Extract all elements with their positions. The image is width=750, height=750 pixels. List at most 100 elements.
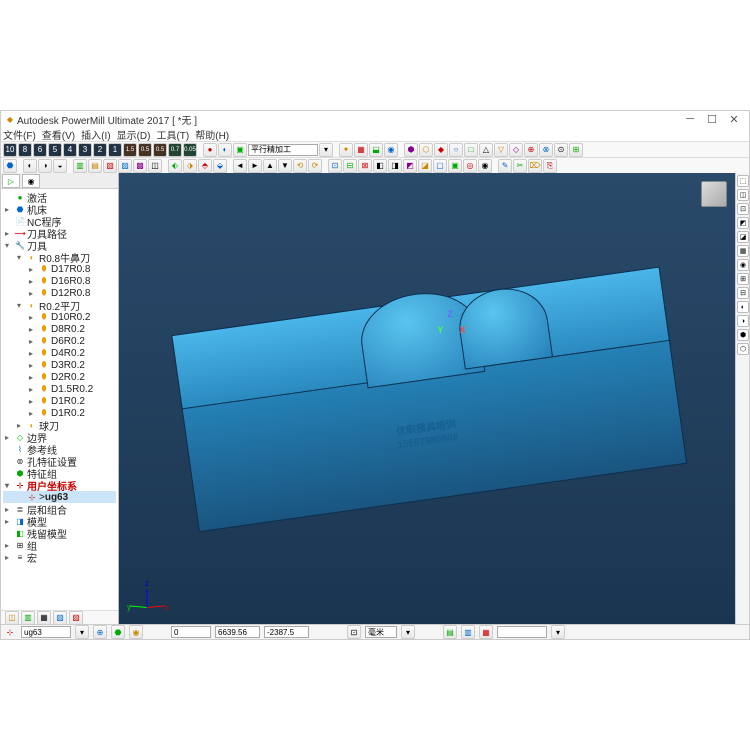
status-btn[interactable]: ▤ [443,625,457,639]
view-btn[interactable]: ◑ [737,315,749,327]
tool-btn[interactable]: ▽ [494,143,508,157]
tool-btn[interactable]: ◨ [388,159,402,173]
tool-btn[interactable]: 0.7 [168,143,182,157]
menu-tools[interactable]: 工具(T) [156,127,189,141]
tool-btn[interactable]: ○ [449,143,463,157]
view-btn[interactable]: ◫ [737,189,749,201]
tree-node-featureset[interactable]: ⊚孔特征设置 [3,455,116,467]
tree-node-toolpath[interactable]: ▸⟿刀具路径 [3,227,116,239]
tool-btn[interactable]: ▤ [88,159,102,173]
tool-btn[interactable]: 1.5 [123,143,137,157]
tool-btn[interactable]: ⊟ [343,159,357,173]
status-btn[interactable]: ▥ [461,625,475,639]
status-btn[interactable]: ⊕ [93,625,107,639]
tool-btn[interactable]: ⬣ [3,159,17,173]
unit-field[interactable] [365,626,397,638]
tool-btn[interactable]: ◉ [478,159,492,173]
dropdown-icon[interactable]: ▾ [401,625,415,639]
tool-btn[interactable]: 6 [33,143,47,157]
tree-group-r02[interactable]: ▾◐R0.2平刀 [3,299,116,311]
tool-btn[interactable]: ✂ [513,159,527,173]
menu-display[interactable]: 显示(D) [117,127,151,141]
tree-node-active[interactable]: ●激活 [3,191,116,203]
view-btn[interactable]: ▦ [737,245,749,257]
tool-btn[interactable]: ▩ [133,159,147,173]
tool-btn[interactable]: ⬡ [419,143,433,157]
tool-btn[interactable]: ◆ [434,143,448,157]
tool-btn[interactable]: 0.5 [138,143,152,157]
tool-btn[interactable]: ⬙ [213,159,227,173]
tool-btn[interactable]: ⊞ [569,143,583,157]
tree-tool-item[interactable]: ▸⬮D4R0.2 [3,347,116,359]
tool-btn[interactable]: ◑ [38,159,52,173]
tool-btn[interactable]: 4 [63,143,77,157]
close-button[interactable]: ✕ [723,112,745,126]
tree-tool-item[interactable]: ▸⬮D2R0.2 [3,371,116,383]
coord-y[interactable] [215,626,260,638]
tool-btn[interactable]: 0.5 [153,143,167,157]
tree-tool-item[interactable]: ▸⬮D6R0.2 [3,335,116,347]
tool-btn[interactable]: 1 [108,143,122,157]
coord-z[interactable] [264,626,309,638]
tool-btn[interactable]: ◒ [53,159,67,173]
menu-view[interactable]: 查看(V) [42,127,75,141]
status-btn[interactable]: ▦ [479,625,493,639]
tree-node-group[interactable]: ▸⊞组 [3,539,116,551]
view-btn[interactable]: ⬢ [737,329,749,341]
tool-btn[interactable]: ▲ [263,159,277,173]
tool-btn[interactable]: ◇ [509,143,523,157]
tool-btn[interactable]: ◐ [23,159,37,173]
viewport-3d[interactable]: 优职模具培训 15557880808 X Y Z xyz [119,173,735,624]
tree-tool-item[interactable]: ▸⬮D1R0.2 [3,407,116,419]
coord-x[interactable] [171,626,211,638]
tool-btn[interactable]: ⊙ [554,143,568,157]
menu-file[interactable]: 文件(F) [3,127,36,141]
tree-tool-item[interactable]: ▸⬮D1R0.2 [3,395,116,407]
tree-tool-item[interactable]: ▸⬮D10R0.2 [3,311,116,323]
tool-btn[interactable]: ⊕ [524,143,538,157]
tool-btn[interactable]: □ [464,143,478,157]
tool-btn[interactable]: 0.05 [183,143,197,157]
tree-group-r08[interactable]: ▾◐R0.8牛鼻刀 [3,251,116,263]
tool-btn[interactable]: ▢ [433,159,447,173]
tree-tool-item[interactable]: ▸⬮D1.5R0.2 [3,383,116,395]
tool-btn[interactable]: 10 [3,143,17,157]
status-btn[interactable]: ⬣ [111,625,125,639]
tool-btn[interactable]: ⟲ [293,159,307,173]
maximize-button[interactable]: ☐ [701,112,723,126]
tool-btn[interactable]: ▦ [354,143,368,157]
view-btn[interactable]: ⊡ [737,203,749,215]
view-btn[interactable]: ⬡ [737,343,749,355]
sidetab-2[interactable]: ◉ [22,174,40,188]
tool-btn[interactable]: ⟳ [308,159,322,173]
tool-btn[interactable]: ▣ [448,159,462,173]
tree-tool-item[interactable]: ▸⬮D16R0.8 [3,275,116,287]
tree-tool-item[interactable]: ▸⬮D8R0.2 [3,323,116,335]
tool-btn[interactable]: ◫ [148,159,162,173]
view-btn[interactable]: ⊟ [737,287,749,299]
dropdown-icon[interactable]: ▾ [551,625,565,639]
tree-tool-item[interactable]: ▸⬮D17R0.8 [3,263,116,275]
view-btn[interactable]: ◉ [737,259,749,271]
tool-btn[interactable]: ⎘ [543,159,557,173]
status-btn[interactable]: ◉ [129,625,143,639]
tool-btn[interactable]: ⬖ [168,159,182,173]
view-btn[interactable]: ⊞ [737,273,749,285]
tool-btn[interactable]: 5 [48,143,62,157]
side-btn[interactable]: ▧ [53,611,67,625]
status-btn[interactable]: ⊡ [347,625,361,639]
tool-btn[interactable]: ◧ [373,159,387,173]
view-btn[interactable]: ◪ [737,231,749,243]
view-btn[interactable]: ⬚ [737,175,749,187]
tree-node-ucs[interactable]: ▾⊹用户坐标系 [3,479,116,491]
side-btn[interactable]: ▥ [21,611,35,625]
ucs-field[interactable] [21,626,71,638]
tool-btn[interactable]: ● [203,143,217,157]
side-btn[interactable]: ▦ [37,611,51,625]
tool-btn[interactable]: ✎ [498,159,512,173]
minimize-button[interactable]: ─ [679,112,701,126]
status-input[interactable] [497,626,547,638]
view-btn[interactable]: ◩ [737,217,749,229]
tool-btn[interactable]: ⊗ [539,143,553,157]
tool-btn[interactable]: ► [248,159,262,173]
